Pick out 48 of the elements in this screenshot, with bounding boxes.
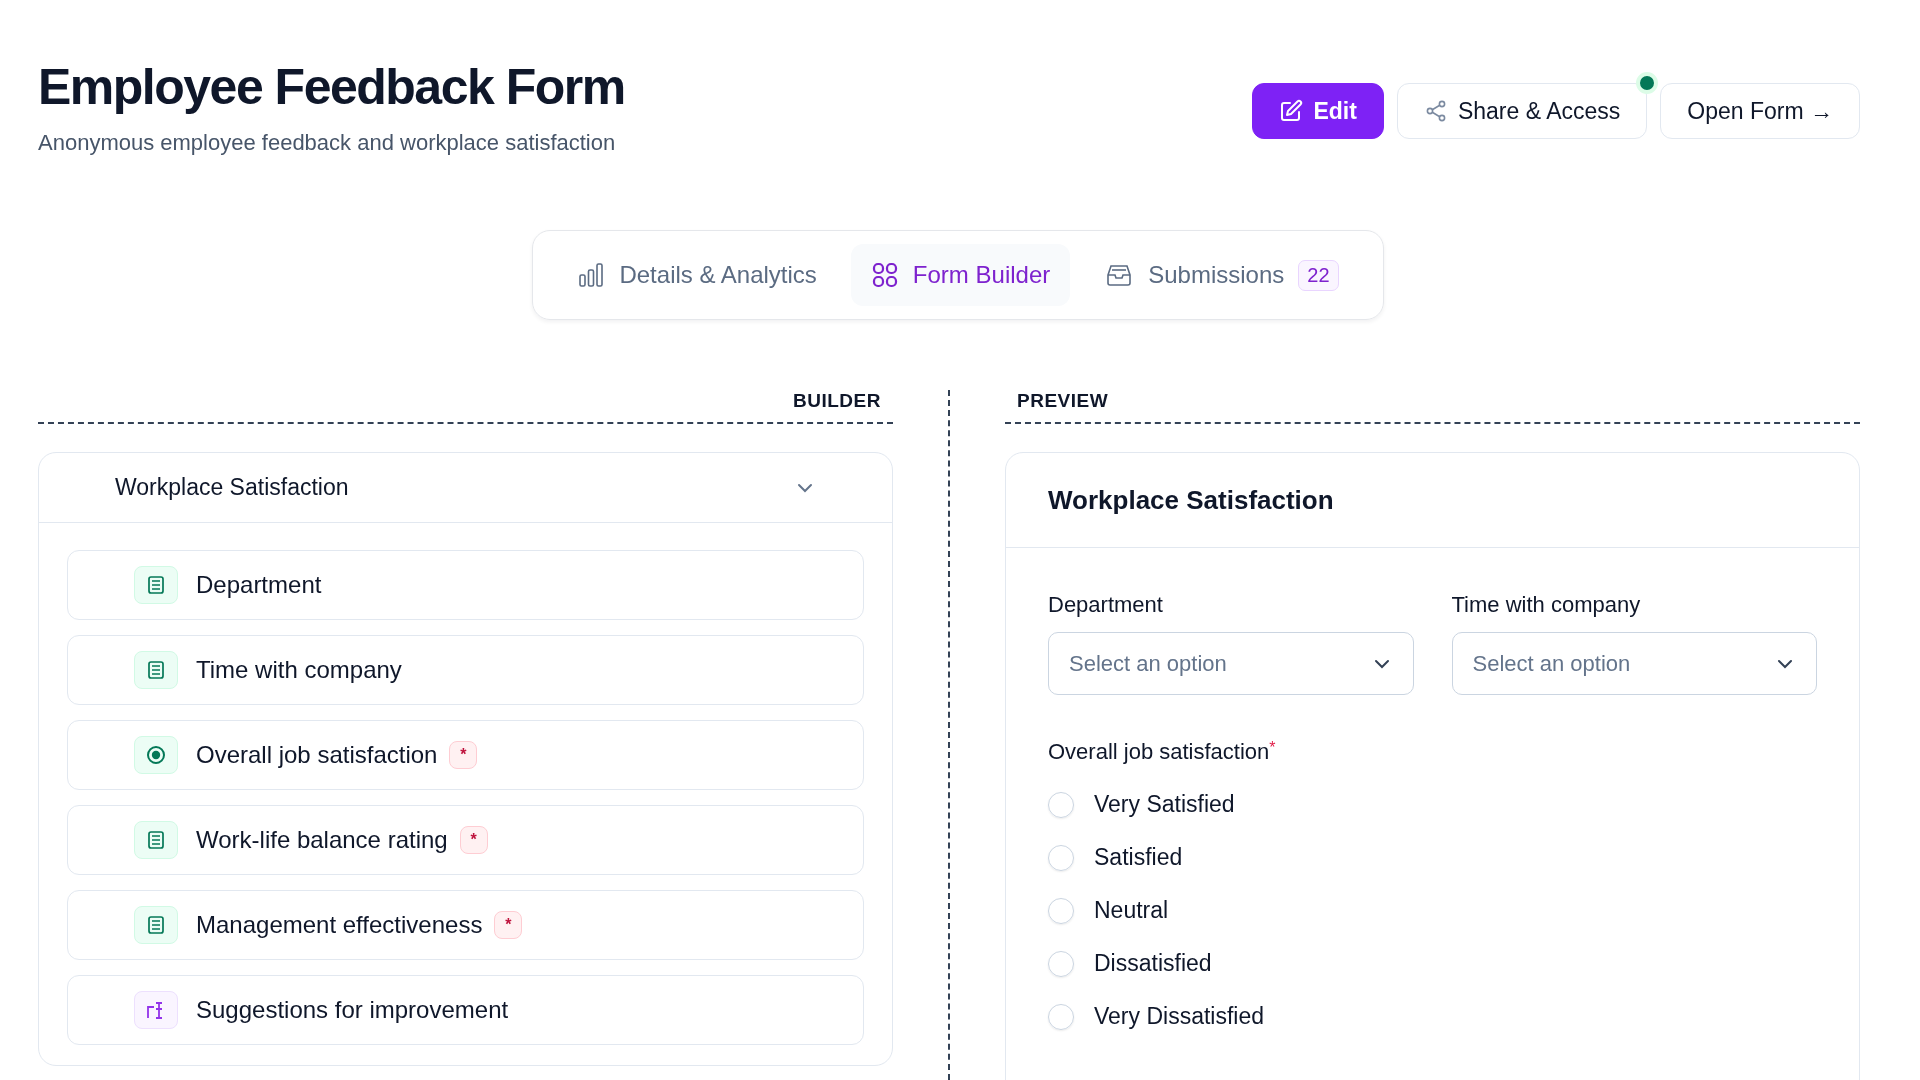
page-subtitle: Anonymous employee feedback and workplace satisfaction (38, 130, 617, 156)
field-item[interactable]: Overall job satisfaction * (67, 720, 864, 790)
page-title: Employee Feedback Form (38, 58, 625, 116)
grid-icon (870, 261, 899, 289)
required-badge: * (459, 826, 488, 854)
option-label: Satisfied (1094, 844, 1183, 871)
question-label: Overall job satisfaction (1048, 739, 1270, 765)
select-field[interactable]: Select an option (1451, 632, 1817, 695)
field-item[interactable]: Suggestions for improvement (67, 975, 864, 1045)
edit-icon (1279, 99, 1304, 123)
section-header[interactable]: Workplace Satisfaction (39, 453, 892, 523)
text-field-icon (134, 991, 178, 1029)
list-icon (134, 651, 178, 689)
field-label: Department (196, 571, 322, 599)
field-label: Overall job satisfaction (196, 741, 438, 769)
count-badge: 22 (1298, 259, 1339, 291)
preview-heading: PREVIEW (1017, 390, 1109, 412)
required-badge: * (494, 911, 523, 939)
field-item[interactable]: Work-life balance rating * (67, 805, 864, 875)
required-badge: * (449, 741, 478, 769)
field-label: Time with company (196, 656, 402, 684)
required-mark: * (1269, 739, 1276, 756)
field-item[interactable]: Department (67, 550, 864, 620)
bar-chart-icon (577, 261, 606, 289)
edit-button[interactable]: Edit (1252, 83, 1384, 139)
field-item[interactable]: Management effectiveness * (67, 890, 864, 960)
list-icon (134, 566, 178, 604)
option-label: Very Satisfied (1094, 791, 1235, 818)
field-label: Suggestions for improvement (196, 996, 509, 1024)
tab[interactable]: Details & Analytics (557, 244, 837, 306)
radio-icon (134, 736, 178, 774)
select-field[interactable]: Select an option (1048, 632, 1414, 695)
field-label: Time with company (1451, 592, 1642, 618)
list-icon (134, 906, 178, 944)
open-form-button[interactable]: Open Form → (1660, 83, 1860, 139)
builder-heading: BUILDER (793, 390, 881, 412)
field-label: Department (1048, 592, 1164, 618)
field-label: Work-life balance rating (196, 826, 448, 854)
tab[interactable]: Submissions 22 (1084, 244, 1359, 306)
field-label: Management effectiveness (196, 911, 483, 939)
option-label: Very Dissatisfied (1094, 1003, 1264, 1030)
tab[interactable]: Form Builder (850, 244, 1071, 306)
option-label: Dissatisfied (1094, 950, 1212, 977)
share-button[interactable]: Share & Access (1396, 83, 1648, 139)
field-item[interactable]: Time with company (67, 635, 864, 705)
list-icon (134, 821, 178, 859)
section-title: Workplace Satisfaction (1048, 484, 1334, 516)
option-label: Neutral (1094, 897, 1169, 924)
